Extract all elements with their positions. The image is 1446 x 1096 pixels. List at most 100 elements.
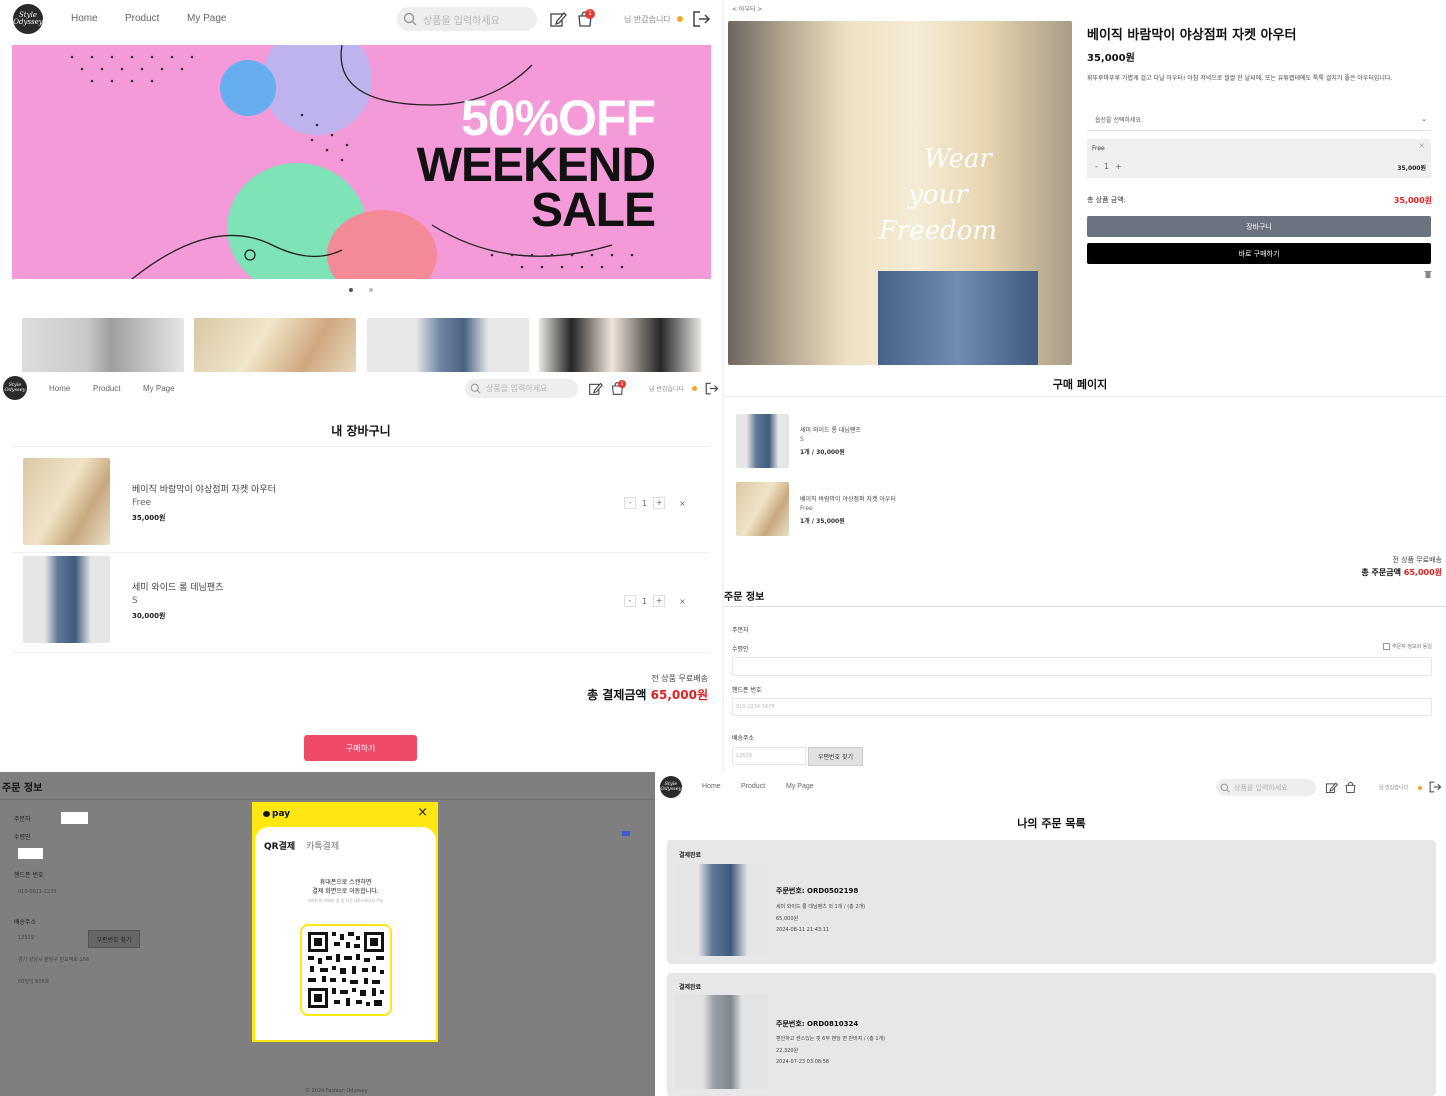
search-input[interactable]: 상품을 입력하세요 bbox=[1216, 779, 1316, 796]
carousel-indicator-active[interactable] bbox=[349, 288, 353, 292]
site-logo[interactable]: Style Odyssey bbox=[3, 376, 27, 400]
zip-field[interactable]: 13529 bbox=[732, 747, 806, 765]
site-logo[interactable]: Style Odyssey bbox=[13, 4, 43, 34]
order-card[interactable]: 결제완료 주문번호: ORD0810324 편안하고 센스있는 핏 6부 밴딩 … bbox=[667, 973, 1436, 1096]
divider bbox=[12, 552, 710, 553]
quantity-value: 1 bbox=[642, 498, 648, 508]
scan-message-sub: 스마트폰 카메라 앱 및 모든 QR스캐너로 가능 bbox=[307, 898, 384, 903]
product-thumb[interactable] bbox=[194, 318, 356, 372]
nav-product[interactable]: Product bbox=[741, 783, 765, 790]
close-icon[interactable]: × bbox=[417, 805, 428, 820]
recipient-field[interactable] bbox=[18, 848, 43, 859]
quantity-value: 1 bbox=[1103, 162, 1109, 171]
product-price: 35,000원 bbox=[1087, 53, 1135, 64]
edit-icon[interactable] bbox=[549, 10, 567, 28]
cart-icon[interactable] bbox=[1344, 781, 1357, 794]
decrease-button[interactable]: - bbox=[624, 497, 636, 509]
breadcrumb[interactable]: < 아우터 > bbox=[732, 4, 762, 13]
banner-line-weekend: WEEKEND bbox=[416, 138, 656, 192]
logout-icon[interactable] bbox=[1428, 780, 1442, 794]
same-as-orderer-checkbox[interactable] bbox=[622, 831, 630, 836]
divider bbox=[724, 606, 1446, 607]
detail-address-value: 00빌딩 808호 bbox=[18, 979, 50, 985]
add-to-cart-button[interactable]: 장바구니 bbox=[1087, 216, 1431, 237]
quantity-value: 1 bbox=[642, 596, 648, 606]
order-number: 주문번호: ORD0502198 bbox=[776, 887, 859, 895]
cart-quantity-stepper[interactable]: - 1 + × bbox=[624, 595, 686, 607]
phone-field[interactable]: 010-1234-5678 bbox=[732, 698, 1432, 716]
product-thumb[interactable] bbox=[539, 318, 701, 372]
cart-total-label: 총 결제금액 bbox=[587, 688, 647, 702]
remove-item-icon[interactable]: × bbox=[679, 597, 686, 606]
order-item-image bbox=[675, 864, 768, 956]
purchase-item-option: Free bbox=[800, 505, 813, 512]
scan-message-2: 결제 화면으로 이동합니다. bbox=[312, 888, 379, 895]
nav-home[interactable]: Home bbox=[702, 783, 721, 790]
edit-icon[interactable] bbox=[1325, 781, 1338, 794]
increase-button[interactable]: + bbox=[653, 497, 666, 509]
nav-product[interactable]: Product bbox=[125, 13, 159, 24]
search-input[interactable]: 상품을 입력하세요 bbox=[397, 7, 537, 31]
purchase-total-value: 65,000원 bbox=[1403, 568, 1442, 577]
product-thumb[interactable] bbox=[367, 318, 529, 372]
product-thumb[interactable] bbox=[22, 318, 184, 372]
banner-headline: 50%OFF WEEKEND SALE bbox=[416, 93, 656, 234]
increase-button[interactable]: + bbox=[1115, 162, 1122, 171]
kakaopay-modal-body: QR결제 카톡결제 휴대폰으로 스캔하면 결제 화면으로 이동합니다. 스마트폰… bbox=[255, 827, 436, 1040]
product-title: 베이직 바람막이 야상점퍼 자켓 아우터 bbox=[1087, 28, 1297, 43]
kakaopay-modal: pay × QR결제 카톡결제 휴대폰으로 스캔하면 결제 화면으로 이동합니다… bbox=[252, 802, 438, 1042]
cart-item-name: 세미 와이드 롱 데님팬츠 bbox=[132, 583, 224, 593]
purchase-screen: 구매 페이지 세미 와이드 롱 데님팬츠 S 1개 / 30,000원 베이직 … bbox=[724, 374, 1446, 770]
order-date: 2024-07-23 03:08:58 bbox=[776, 1059, 830, 1065]
search-icon bbox=[403, 12, 417, 26]
orderer-field[interactable] bbox=[61, 812, 88, 824]
user-status-dot bbox=[1418, 786, 1422, 790]
tab-qr[interactable]: QR결제 bbox=[264, 839, 295, 852]
purchase-total: 총 주문금액 65,000원 bbox=[1361, 567, 1442, 578]
nav-mypage[interactable]: My Page bbox=[187, 13, 226, 24]
nav-home[interactable]: Home bbox=[71, 13, 98, 24]
buy-now-button[interactable]: 바로 구매하기 bbox=[1087, 243, 1431, 264]
home-screen: Style Odyssey Home Product My Page 상품을 입… bbox=[0, 0, 722, 372]
qr-code-image bbox=[306, 930, 386, 1010]
quantity-stepper[interactable]: - 1 + bbox=[1095, 162, 1122, 171]
option-select[interactable]: 옵션을 선택하세요. ⌄ bbox=[1087, 108, 1431, 131]
recipient-field[interactable] bbox=[732, 657, 1432, 676]
trash-icon[interactable] bbox=[1424, 270, 1432, 278]
search-icon bbox=[470, 383, 481, 394]
logout-icon[interactable] bbox=[691, 9, 711, 29]
increase-button[interactable]: + bbox=[653, 595, 666, 607]
order-card[interactable]: 결제완료 주문번호: ORD0502198 세미 와이드 롱 데님팬츠 외 1개… bbox=[667, 840, 1436, 964]
edit-icon[interactable] bbox=[588, 381, 603, 396]
tab-talk[interactable]: 카톡결제 bbox=[306, 839, 339, 852]
address-label: 배송주소 bbox=[14, 919, 37, 926]
carousel-indicator[interactable] bbox=[369, 288, 373, 292]
same-as-orderer-checkbox[interactable]: 주문자 정보와 동일 bbox=[1383, 643, 1432, 650]
cart-quantity-stepper[interactable]: - 1 + × bbox=[624, 497, 686, 509]
cart-item-name: 베이직 바람막이 야상점퍼 자켓 아우터 bbox=[132, 485, 276, 495]
checkout-button[interactable]: 구매하기 bbox=[304, 735, 417, 761]
logout-icon[interactable] bbox=[704, 381, 719, 396]
selected-option-price: 35,000원 bbox=[1397, 165, 1426, 172]
sale-banner[interactable]: 50%OFF WEEKEND SALE bbox=[12, 45, 711, 279]
find-zip-button[interactable]: 우편번호 찾기 bbox=[808, 747, 863, 766]
product-detail-screen: < 아우터 > Wear your Freedom 베이직 바람막이 야상점퍼 … bbox=[724, 0, 1446, 372]
purchase-title: 구매 페이지 bbox=[1052, 378, 1108, 391]
remove-item-icon[interactable]: × bbox=[679, 499, 686, 508]
decrease-button[interactable]: - bbox=[1095, 162, 1098, 171]
order-number: 주문번호: ORD0810324 bbox=[776, 1020, 859, 1028]
nav-mypage[interactable]: My Page bbox=[143, 384, 175, 393]
search-input[interactable]: 상품을 입력하세요 bbox=[465, 379, 578, 398]
order-amount: 65,000원 bbox=[776, 916, 799, 922]
site-logo[interactable]: Style Odyssey bbox=[660, 776, 682, 798]
divider bbox=[12, 652, 710, 653]
nav-mypage[interactable]: My Page bbox=[786, 783, 814, 790]
decrease-button[interactable]: - bbox=[624, 595, 636, 607]
shipping-note: 전 상품 무료배송 bbox=[651, 674, 708, 683]
find-zip-button[interactable]: 우편번호 찾기 bbox=[88, 930, 140, 948]
nav-home[interactable]: Home bbox=[49, 384, 70, 393]
remove-option-icon[interactable]: × bbox=[1418, 141, 1425, 150]
nav-product[interactable]: Product bbox=[93, 384, 121, 393]
order-status: 결제완료 bbox=[679, 984, 702, 991]
purchase-item-line: 1개 / 35,000원 bbox=[800, 518, 845, 525]
